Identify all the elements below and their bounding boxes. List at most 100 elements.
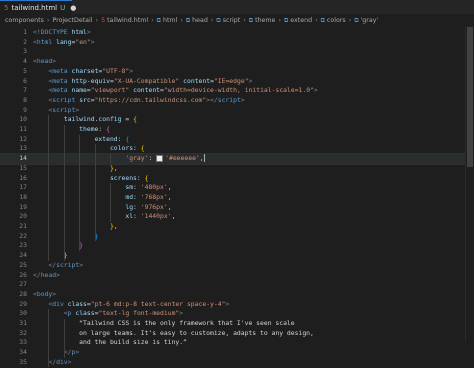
breadcrumb-item[interactable]: script bbox=[223, 17, 241, 24]
code-text: </head> bbox=[33, 271, 60, 281]
code-line[interactable]: 7 <meta name="viewport" content="width=d… bbox=[0, 86, 474, 96]
code-token: </ bbox=[33, 270, 41, 279]
code-editor[interactable]: 1 <!DOCTYPE html> 2 <html lang="en"> 3 4 <head… bbox=[0, 27, 474, 368]
indent-guide bbox=[110, 183, 111, 222]
line-number: 34 bbox=[19, 348, 27, 357]
line-number: 32 bbox=[19, 328, 27, 337]
indent-guide bbox=[94, 144, 96, 242]
code-text: theme: { bbox=[33, 125, 110, 135]
breadcrumb-item[interactable]: theme bbox=[255, 17, 275, 24]
breadcrumb-item[interactable]: colors bbox=[327, 17, 346, 24]
line-number: 13 bbox=[19, 144, 27, 153]
code-line[interactable]: 26 </head> bbox=[0, 271, 474, 281]
scrollbar-thumb[interactable] bbox=[467, 27, 473, 167]
code-line[interactable]: 11 theme: { bbox=[0, 125, 474, 135]
code-line[interactable]: 5 <meta charset="UTF-8"> bbox=[0, 67, 474, 77]
code-line[interactable]: 12 extend: { bbox=[0, 135, 474, 145]
code-token: content bbox=[183, 76, 211, 85]
code-token: , bbox=[171, 212, 176, 221]
code-line[interactable]: 10 tailwind.config = { bbox=[0, 115, 474, 125]
unsaved-dot-icon[interactable]: ● bbox=[70, 4, 76, 12]
code-line[interactable]: 35 </div> bbox=[0, 358, 474, 368]
code-line[interactable]: 27 bbox=[0, 280, 474, 290]
code-line[interactable]: 4 <head> bbox=[0, 57, 474, 67]
line-number: 29 bbox=[19, 299, 27, 308]
code-line[interactable]: 32 on large teams. It’s easy to customiz… bbox=[0, 329, 474, 339]
code-line[interactable]: 34 </p> bbox=[0, 348, 474, 358]
code-token: > bbox=[225, 299, 230, 308]
line-number: 9 bbox=[23, 105, 27, 114]
line-number: 18 bbox=[19, 192, 27, 201]
line-number: 24 bbox=[19, 251, 27, 260]
code-text: <meta charset="UTF-8"> bbox=[33, 67, 133, 77]
code-token: '768px' bbox=[140, 192, 168, 201]
breadcrumb-item[interactable]: tailwind.html bbox=[107, 17, 148, 24]
color-swatch-icon[interactable] bbox=[156, 154, 164, 162]
code-line[interactable]: 14 'gray': '#eeeeee', bbox=[0, 153, 474, 165]
code-line[interactable]: 25 </script> bbox=[0, 261, 474, 271]
code-text: }, bbox=[33, 222, 118, 232]
html-file-icon: 5 bbox=[4, 3, 9, 12]
code-line[interactable]: 18 md: '768px', bbox=[0, 193, 474, 203]
symbol-icon: ⧉ bbox=[156, 16, 161, 24]
code-line[interactable]: 22 } bbox=[0, 232, 474, 242]
code-token: tailwind bbox=[63, 115, 95, 124]
code-line[interactable]: 8 <script src="https://cdn.tailwindcss.c… bbox=[0, 96, 474, 106]
code-line[interactable]: 24 } bbox=[0, 251, 474, 261]
code-line[interactable]: 30 <p class="text-lg font-medium"> bbox=[0, 309, 474, 319]
code-token: , bbox=[167, 192, 172, 201]
breadcrumb-item[interactable]: components bbox=[5, 17, 44, 24]
breadcrumb-item[interactable]: 'gray' bbox=[361, 17, 379, 24]
code-line[interactable]: 15 }, bbox=[0, 164, 474, 174]
code-token: > bbox=[248, 76, 253, 85]
code-line[interactable]: 6 <meta http-equiv="X-UA-Compatible" con… bbox=[0, 77, 474, 87]
breadcrumb-item[interactable]: ProjectDetail bbox=[52, 17, 92, 24]
line-number: 21 bbox=[19, 222, 27, 230]
code-text: 'gray': '#eeeeee', bbox=[33, 154, 205, 164]
code-line[interactable]: 16 screens: { bbox=[0, 174, 474, 184]
line-number: 15 bbox=[19, 163, 27, 172]
code-line[interactable]: 1 <!DOCTYPE html> bbox=[0, 28, 474, 38]
code-text: xl: '1440px', bbox=[33, 212, 175, 222]
code-token: > bbox=[79, 260, 84, 269]
code-line[interactable]: 29 <div class="pt-6 md:p-8 text-center s… bbox=[0, 300, 474, 310]
code-line[interactable]: 31 “Tailwind CSS is the only framework t… bbox=[0, 319, 474, 329]
breadcrumb-item[interactable]: extend bbox=[290, 17, 312, 24]
line-number: 6 bbox=[23, 76, 27, 85]
code-text: </script> bbox=[33, 261, 83, 271]
text-cursor bbox=[203, 154, 205, 163]
breadcrumb-item[interactable]: head bbox=[192, 17, 208, 24]
code-token: xl bbox=[125, 212, 134, 221]
code-token: '1440px' bbox=[140, 212, 172, 221]
code-line[interactable]: 3 bbox=[0, 47, 474, 57]
code-line[interactable]: 17 sm: '480px', bbox=[0, 183, 474, 193]
code-token: : bbox=[133, 202, 141, 211]
symbol-icon: ⧉ bbox=[354, 16, 359, 24]
code-line[interactable]: 23 } bbox=[0, 241, 474, 251]
code-line[interactable]: 20 xl: '1440px', bbox=[0, 212, 474, 222]
code-line[interactable]: 33 and the build size is tiny.” bbox=[0, 338, 474, 348]
code-token: on large teams. It’s easy to customize, … bbox=[33, 328, 314, 337]
code-token: src bbox=[79, 95, 91, 104]
code-line[interactable]: 28 <body> bbox=[0, 290, 474, 300]
code-line[interactable]: 13 colors: { bbox=[0, 144, 474, 154]
code-token: class bbox=[75, 309, 95, 318]
code-line[interactable]: 9 <script> bbox=[0, 106, 474, 116]
code-token: "en" bbox=[75, 37, 91, 46]
code-token: config bbox=[98, 115, 122, 124]
code-token: "IE=edge" bbox=[213, 76, 249, 85]
code-token: meta bbox=[52, 86, 68, 95]
code-token: </ bbox=[48, 260, 57, 269]
breadcrumb-item[interactable]: html bbox=[163, 17, 177, 24]
code-token: </ bbox=[48, 357, 57, 366]
code-line[interactable]: 21 }, bbox=[0, 222, 474, 232]
code-line[interactable]: 2 <html lang="en"> bbox=[0, 38, 474, 48]
line-number: 3 bbox=[23, 47, 27, 56]
tab-tailwind-html[interactable]: 5 tailwind.html U ● bbox=[0, 0, 76, 14]
code-line[interactable]: 19 lg: '976px', bbox=[0, 203, 474, 213]
